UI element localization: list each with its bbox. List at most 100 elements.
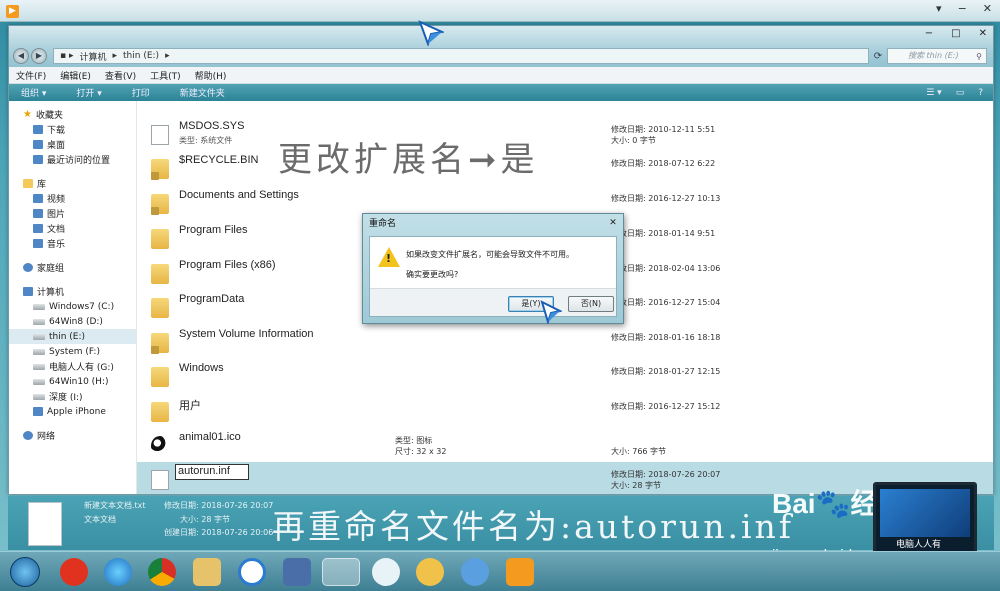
menu-tools[interactable]: 工具(T) — [150, 69, 181, 82]
address-bar[interactable]: ▪ ▸ 计算机 ▸ thin (E:) ▸ — [53, 48, 869, 64]
close-icon[interactable]: ✕ — [983, 2, 992, 15]
player-window-controls: ▾ − ✕ — [936, 2, 992, 15]
sidebar-drive-d[interactable]: 64Win8 (D:) — [9, 314, 136, 329]
breadcrumb-separator: ▸ — [165, 51, 170, 61]
dialog-question: 确实要更改吗? — [406, 270, 459, 279]
remote-desktop-icon[interactable] — [283, 558, 311, 586]
pinwheel-app-icon[interactable] — [372, 558, 400, 586]
open-button[interactable]: 打开 ▾ — [76, 86, 101, 99]
menu-edit[interactable]: 编辑(E) — [60, 69, 91, 82]
drive-icon — [33, 333, 45, 340]
sidebar-drive-h[interactable]: 64Win10 (H:) — [9, 374, 136, 389]
sidebar-item-documents[interactable]: 文档 — [9, 221, 136, 236]
drive-icon — [33, 393, 45, 400]
new-folder-button[interactable]: 新建文件夹 — [180, 86, 225, 99]
sidebar-item-music[interactable]: 音乐 — [9, 236, 136, 251]
phone-icon — [33, 407, 43, 416]
list-item[interactable]: $RECYCLE.BIN 修改日期: 2018-07-12 6:22 — [137, 151, 993, 185]
explorer-titlebar: − □ ✕ ◀ ▶ ▪ ▸ 计算机 ▸ thin (E:) ▸ ⟳ 搜索 thi… — [9, 26, 993, 67]
minimize-icon[interactable]: ▾ — [936, 2, 942, 15]
sidebar-item-desktop[interactable]: 桌面 — [9, 137, 136, 152]
file-manager-icon[interactable] — [193, 558, 221, 586]
folder-icon — [151, 402, 169, 422]
drive-icon — [33, 378, 45, 385]
lock-icon — [151, 207, 159, 215]
sidebar-favorites[interactable]: ★ 收藏夹 — [9, 107, 136, 122]
sidebar-iphone[interactable]: Apple iPhone — [9, 404, 136, 419]
menu-view[interactable]: 查看(V) — [105, 69, 136, 82]
minimize-button[interactable]: − — [925, 28, 933, 39]
dialog-close-button[interactable]: ✕ — [607, 218, 619, 229]
details-type: 文本文档 — [84, 515, 116, 524]
sidebar-drive-f[interactable]: System (F:) — [9, 344, 136, 359]
sidebar-homegroup[interactable]: 家庭组 — [9, 260, 136, 275]
media-player-icon[interactable] — [506, 558, 534, 586]
print-button[interactable]: 打印 — [132, 86, 150, 99]
pointer-cursor-icon — [418, 20, 444, 46]
sidebar-drive-e[interactable]: thin (E:) — [9, 329, 136, 344]
list-item[interactable]: 用户 修改日期: 2016-12-27 15:12 — [137, 394, 993, 428]
refresh-icon[interactable]: ⟳ — [869, 51, 887, 62]
view-options-icon[interactable]: ☰ ▾ — [926, 88, 941, 98]
no-button[interactable]: 否(N) — [568, 296, 614, 312]
preview-pane-icon[interactable]: ▭ — [956, 88, 965, 98]
menu-file[interactable]: 文件(F) — [16, 69, 46, 82]
sidebar-network[interactable]: 网络 — [9, 428, 136, 443]
start-button[interactable] — [10, 557, 40, 587]
list-item[interactable]: MSDOS.SYS 类型: 系统文件 修改日期: 2010-12-11 5:51… — [137, 117, 993, 151]
warning-icon: ! — [378, 247, 400, 267]
computer-icon — [23, 287, 33, 296]
details-modified: 修改日期: 2018-07-26 20:07 — [164, 501, 274, 510]
sidebar-drive-g[interactable]: 电脑人人有 (G:) — [9, 359, 136, 374]
help-icon[interactable]: ? — [978, 88, 983, 98]
locked-folder-icon — [151, 333, 169, 354]
sidebar-item-pictures[interactable]: 图片 — [9, 206, 136, 221]
view-controls: ☰ ▾ ▭ ? — [926, 88, 993, 98]
menu-help[interactable]: 帮助(H) — [195, 69, 227, 82]
dialog-title: 重命名 — [369, 219, 397, 229]
sidebar-item-downloads[interactable]: 下载 — [9, 122, 136, 137]
navigation-pane: ★ 收藏夹 下载 桌面 最近访问的位置 库 视频 图片 文档 音乐 家庭组 计算机… — [9, 101, 137, 494]
sidebar-drive-i[interactable]: 深度 (I:) — [9, 389, 136, 404]
breadcrumb-computer[interactable]: 计算机 — [79, 50, 106, 63]
lock-icon — [151, 172, 159, 180]
breadcrumb-drive[interactable]: thin (E:) — [123, 51, 159, 61]
chrome-browser-icon[interactable] — [148, 558, 176, 586]
computer-icon: ▪ ▸ — [60, 51, 74, 61]
menu-bar: 文件(F) 编辑(E) 查看(V) 工具(T) 帮助(H) — [9, 67, 993, 84]
navigation-row: ◀ ▶ ▪ ▸ 计算机 ▸ thin (E:) ▸ ⟳ 搜索 thin (E:)… — [13, 47, 987, 65]
desktop-icon — [33, 140, 43, 149]
rename-input[interactable]: autorun.inf — [175, 464, 249, 480]
sidebar-item-recent[interactable]: 最近访问的位置 — [9, 152, 136, 167]
system-file-icon — [151, 125, 169, 145]
maximize-button[interactable]: □ — [951, 28, 960, 39]
list-item[interactable]: Windows 修改日期: 2018-01-27 12:15 — [137, 359, 993, 393]
taskbar-app-icon[interactable] — [60, 558, 88, 586]
sidebar-item-videos[interactable]: 视频 — [9, 191, 136, 206]
explorer-taskbar-icon[interactable] — [322, 558, 360, 586]
rename-dialog: 重命名 ✕ ! 如果改变文件扩展名，可能会导致文件不可用。 确实要更改吗? 是(… — [362, 213, 624, 324]
paint-app-icon[interactable] — [416, 558, 444, 586]
organize-button[interactable]: 组织 ▾ — [21, 86, 46, 99]
list-item[interactable]: System Volume Information 修改日期: 2018-01-… — [137, 325, 993, 359]
sidebar-drive-c[interactable]: Windows7 (C:) — [9, 299, 136, 314]
sidebar-library[interactable]: 库 — [9, 176, 136, 191]
search-input[interactable]: 搜索 thin (E:) ⚲ — [887, 48, 987, 64]
click-cursor-icon — [540, 300, 562, 324]
forward-button[interactable]: ▶ — [31, 48, 47, 64]
search-app-icon[interactable] — [238, 558, 266, 586]
back-button[interactable]: ◀ — [13, 48, 29, 64]
sidebar-computer[interactable]: 计算机 — [9, 284, 136, 299]
ie-browser-icon[interactable] — [104, 558, 132, 586]
search-icon[interactable]: ⚲ — [976, 50, 982, 64]
list-item[interactable]: animal01.ico 类型: 图标 尺寸: 32 x 32 大小: 766 … — [137, 428, 993, 462]
dial-app-icon[interactable] — [461, 558, 489, 586]
locked-folder-icon — [151, 194, 169, 215]
taskbar — [0, 551, 1000, 591]
laptop-logo: 电脑人人有 — [873, 482, 977, 554]
recent-places-icon — [33, 155, 43, 164]
panda-icon — [151, 436, 169, 456]
close-button[interactable]: ✕ — [979, 28, 987, 39]
drive-icon — [33, 303, 45, 310]
restore-icon[interactable]: − — [958, 2, 967, 15]
